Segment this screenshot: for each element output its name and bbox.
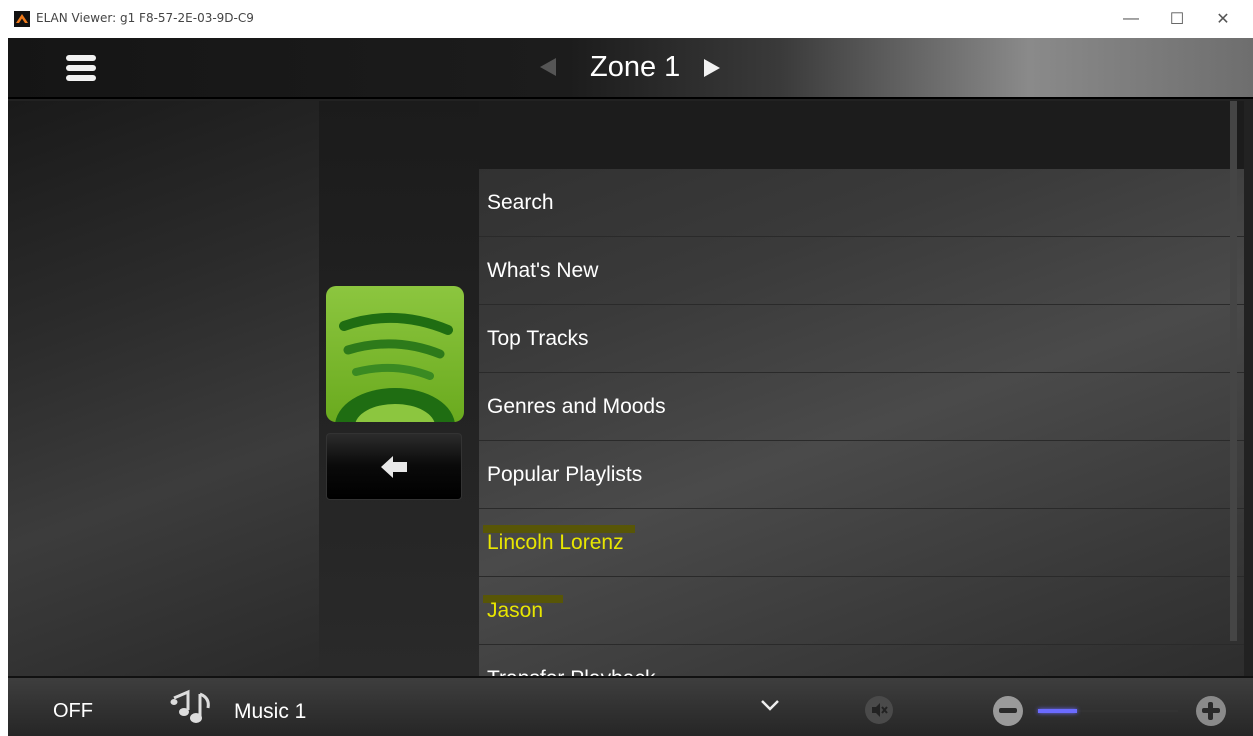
source-panel — [319, 101, 479, 676]
triangle-left-icon[interactable] — [540, 58, 556, 76]
chevron-down-icon[interactable] — [760, 698, 780, 712]
zone-header: Zone 1 — [8, 38, 1253, 99]
minus-circle-icon[interactable] — [993, 696, 1023, 726]
list-item-genres-moods[interactable]: Genres and Moods — [479, 373, 1244, 441]
list-item-label: Top Tracks — [487, 327, 589, 350]
list-item-top-tracks[interactable]: Top Tracks — [479, 305, 1244, 373]
power-off-button[interactable]: OFF — [53, 700, 93, 723]
list-item-popular-playlists[interactable]: Popular Playlists — [479, 441, 1244, 509]
footer-bar: OFF Music 1 — [8, 676, 1253, 736]
mute-icon[interactable] — [865, 696, 893, 724]
volume-level — [1038, 709, 1078, 713]
app-logo-icon — [14, 11, 30, 27]
list-item-label: Genres and Moods — [487, 395, 666, 418]
list-item-search[interactable]: Search — [479, 169, 1244, 237]
back-arrow-icon — [381, 455, 407, 478]
source-label[interactable]: Music 1 — [234, 700, 306, 724]
window-title: ELAN Viewer: g1 F8-57-2E-03-9D-C9 — [36, 11, 254, 25]
music-notes-icon[interactable] — [170, 688, 216, 726]
list-item-label: Lincoln Lorenz — [487, 531, 624, 554]
left-panel — [8, 101, 319, 676]
scrollbar[interactable] — [1230, 101, 1237, 641]
hamburger-icon[interactable] — [66, 55, 96, 81]
list-item-whats-new[interactable]: What's New — [479, 237, 1244, 305]
window-titlebar: ELAN Viewer: g1 F8-57-2E-03-9D-C9 — ☐ ✕ — [0, 0, 1253, 38]
close-button[interactable]: ✕ — [1200, 0, 1246, 38]
app-window: Zone 1 Search What's New Top Tracks Genr… — [8, 38, 1253, 736]
triangle-right-icon[interactable] — [704, 59, 720, 77]
minimize-button[interactable]: — — [1108, 0, 1154, 38]
spotify-icon[interactable] — [326, 286, 464, 422]
list-header-bar — [479, 101, 1244, 169]
maximize-button[interactable]: ☐ — [1154, 0, 1200, 38]
list-item-label: Search — [487, 191, 554, 214]
content-area: Search What's New Top Tracks Genres and … — [8, 101, 1253, 676]
list-item-label: Popular Playlists — [487, 463, 643, 486]
list-item-transfer-playback[interactable]: Transfer Playback — [479, 645, 1244, 676]
list-item-lincoln-lorenz[interactable]: Lincoln Lorenz — [479, 509, 1244, 577]
list-item-label: Jason — [487, 599, 544, 622]
list-item-label: Transfer Playback — [487, 667, 655, 676]
zone-title[interactable]: Zone 1 — [590, 51, 680, 84]
plus-circle-icon[interactable] — [1196, 696, 1226, 726]
back-button[interactable] — [326, 433, 462, 500]
list-item-label: What's New — [487, 259, 599, 282]
volume-slider[interactable] — [1038, 709, 1178, 713]
list-item-jason[interactable]: Jason — [479, 577, 1244, 645]
menu-list: Search What's New Top Tracks Genres and … — [479, 101, 1244, 676]
